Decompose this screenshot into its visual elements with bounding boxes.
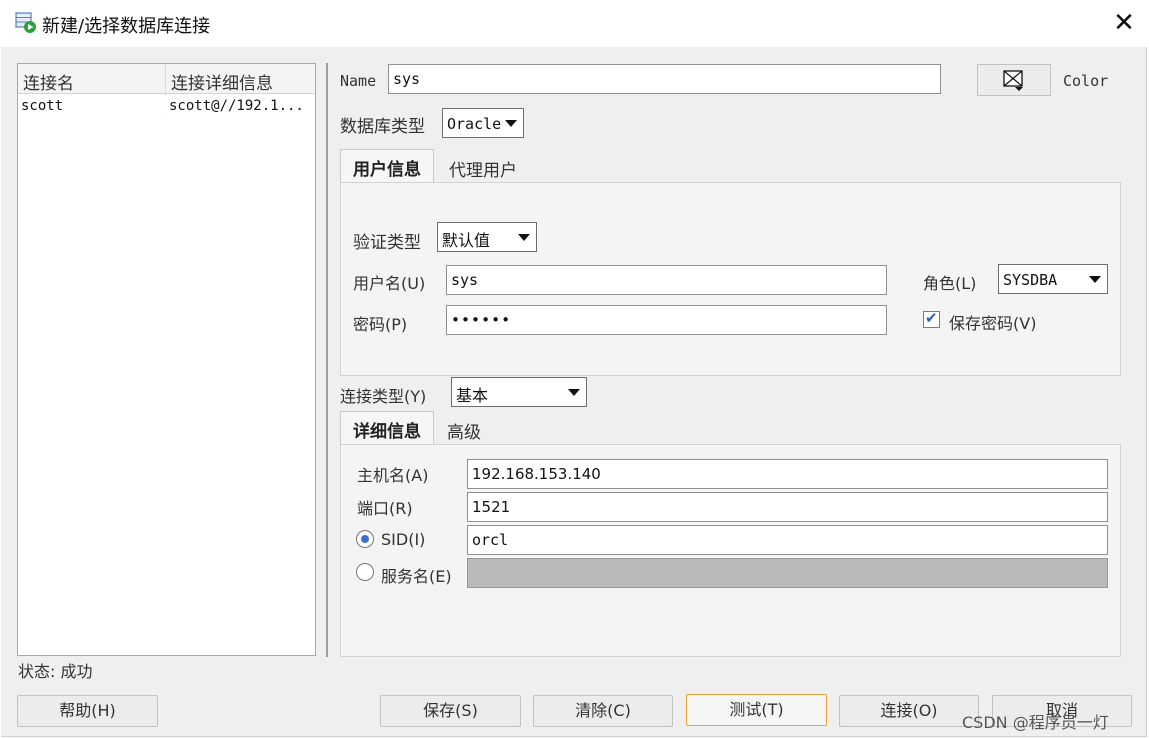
tab-details[interactable]: 详细信息	[340, 411, 434, 445]
service-name-radio[interactable]	[356, 563, 374, 581]
save-button[interactable]: 保存(S)	[380, 695, 521, 727]
password-label: 密码(P)	[353, 315, 408, 334]
status-text: 状态: 成功	[18, 662, 93, 681]
chevron-down-icon	[568, 389, 580, 396]
db-type-select[interactable]: Oracle	[442, 108, 524, 138]
db-type-label: 数据库类型	[340, 117, 425, 137]
split-pane-divider[interactable]	[326, 63, 328, 657]
name-label: Name	[340, 72, 377, 90]
column-header-details[interactable]: 连接详细信息	[171, 69, 273, 94]
sid-radio[interactable]	[356, 530, 374, 548]
test-button[interactable]: 测试(T)	[686, 694, 827, 726]
save-password-label: 保存密码(V)	[949, 314, 1037, 333]
port-label: 端口(R)	[357, 499, 413, 518]
color-picker-button[interactable]	[977, 64, 1051, 96]
tab-proxy-user[interactable]: 代理用户	[441, 151, 525, 186]
role-label: 角色(L)	[923, 274, 977, 293]
role-value: SYSDBA	[1003, 271, 1058, 289]
column-header-name[interactable]: 连接名	[23, 69, 74, 94]
save-password-checkbox[interactable]: ✔	[923, 309, 940, 328]
db-type-value: Oracle	[447, 115, 502, 133]
chevron-down-icon	[505, 120, 517, 127]
service-name-label: 服务名(E)	[381, 567, 452, 586]
title-bar: 新建/选择数据库连接 ✕	[0, 0, 1149, 47]
role-select[interactable]: SYSDBA	[998, 264, 1108, 294]
name-input[interactable]: sys	[388, 64, 941, 94]
username-input[interactable]: sys	[446, 265, 887, 295]
close-button[interactable]: ✕	[1104, 6, 1144, 42]
password-input[interactable]: ••••••	[446, 305, 887, 335]
auth-type-value: 默认值	[442, 231, 491, 250]
connection-row[interactable]: scott scott@//192.1...	[18, 95, 315, 117]
username-label: 用户名(U)	[353, 274, 426, 293]
color-label: Color	[1063, 72, 1109, 90]
auth-type-label: 验证类型	[353, 233, 421, 253]
connection-name: scott	[21, 98, 64, 114]
service-name-input	[467, 558, 1108, 588]
connection-details: scott@//192.1...	[169, 98, 304, 114]
help-button[interactable]: 帮助(H)	[17, 695, 158, 727]
sid-label: SID(I)	[381, 530, 426, 549]
watermark: CSDN @程序员一灯	[962, 713, 1109, 732]
connect-button[interactable]: 连接(O)	[839, 695, 979, 727]
host-input[interactable]: 192.168.153.140	[467, 459, 1108, 489]
window-title: 新建/选择数据库连接	[42, 16, 211, 37]
chevron-down-icon	[1089, 276, 1101, 283]
connection-list-header: 连接名 连接详细信息	[18, 64, 315, 94]
connection-list[interactable]: 连接名 连接详细信息 scott scott@//192.1...	[17, 63, 316, 656]
host-label: 主机名(A)	[357, 466, 429, 485]
tab-user-info[interactable]: 用户信息	[340, 149, 434, 183]
auth-type-select[interactable]: 默认值	[437, 222, 537, 252]
checkmark-icon: ✔	[925, 309, 938, 327]
conn-type-value: 基本	[456, 386, 489, 405]
chevron-down-icon	[518, 234, 530, 241]
database-connect-icon	[15, 12, 36, 33]
clear-button[interactable]: 清除(C)	[533, 695, 673, 727]
conn-type-label: 连接类型(Y)	[340, 387, 427, 406]
sid-input[interactable]: orcl	[467, 525, 1108, 555]
tab-advanced[interactable]: 高级	[439, 413, 489, 448]
port-input[interactable]: 1521	[467, 492, 1108, 522]
color-picker-icon	[1003, 70, 1023, 91]
conn-type-select[interactable]: 基本	[451, 377, 587, 407]
